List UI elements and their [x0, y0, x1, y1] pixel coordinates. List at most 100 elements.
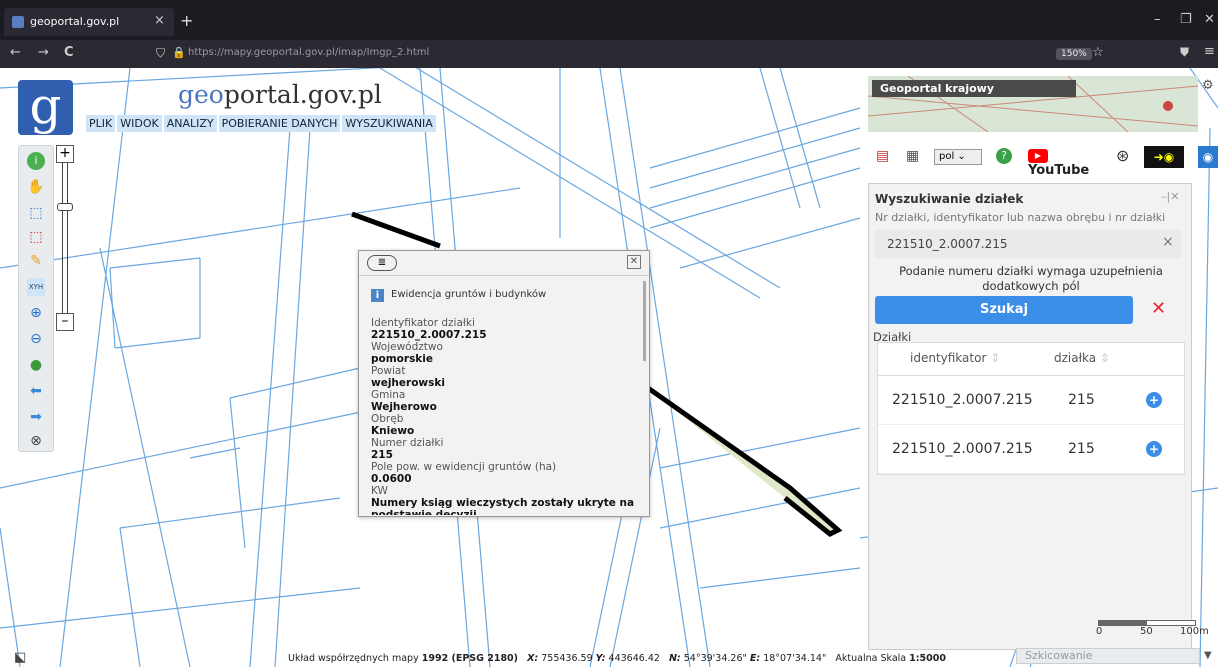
popup-close-icon[interactable]: ✕ — [627, 255, 641, 269]
browser-tab[interactable]: geoportal.gov.pl × — [4, 8, 174, 36]
full-extent-icon[interactable]: ⊗ — [27, 432, 45, 450]
xyh-icon[interactable]: XYH — [27, 278, 45, 296]
globe-icon[interactable]: ● — [27, 356, 45, 374]
fullscreen-icon[interactable]: ⬕ — [14, 650, 26, 665]
search-note: Podanie numeru działki wymaga uzupełnien… — [899, 264, 1163, 293]
zoom-in-rect-icon[interactable]: ⊕ — [27, 304, 45, 322]
info-icon[interactable]: i — [27, 152, 45, 170]
x-value: 755436.59 — [541, 653, 593, 664]
popup-scrollbar[interactable] — [643, 281, 646, 361]
field-value: 0.0600 — [371, 473, 412, 485]
field-label: Gmina — [371, 389, 406, 401]
sort-icon: ⇕ — [990, 351, 1001, 365]
col-dzialka[interactable]: działka ⇕ — [1054, 351, 1110, 365]
field-value: Numery ksiąg wieczystych zostały ukryte … — [371, 497, 635, 515]
row-dzialka: 215 — [1068, 441, 1095, 457]
cancel-button[interactable]: ✕ — [1151, 298, 1166, 319]
e-label: E: — [749, 653, 761, 664]
close-window-button[interactable]: ✕ — [1204, 12, 1215, 27]
menu-pobieranie-danych[interactable]: POBIERANIE DANYCH — [218, 115, 341, 132]
add-parcel-icon[interactable]: + — [1146, 392, 1162, 408]
scale-tick-0: 0 — [1096, 626, 1103, 637]
add-parcel-icon[interactable]: + — [1146, 441, 1162, 457]
parcel-search-panel: Wyszukiwanie działek –|✕ Nr działki, ide… — [868, 183, 1192, 650]
menu-analizy[interactable]: ANALIZY — [163, 115, 217, 132]
youtube-button[interactable]: ▶ YouTube — [1028, 147, 1106, 178]
col-identyfikator[interactable]: identyfikator ⇕ — [910, 351, 1000, 365]
clear-input-button[interactable]: × — [1162, 234, 1174, 250]
help-icon[interactable]: ? — [996, 148, 1012, 164]
reload-button[interactable]: C — [64, 45, 74, 60]
scale-tick-50: 50 — [1140, 626, 1153, 637]
shield-icon: ⛉ — [156, 46, 166, 60]
new-tab-button[interactable]: + — [180, 11, 193, 30]
field-value: Wejherowo — [371, 401, 437, 413]
clear-selection-icon[interactable]: ⬚ — [27, 228, 45, 246]
n-value: 54°39'34.26" — [683, 653, 747, 664]
field-label: Województwo — [371, 341, 443, 353]
next-view-icon[interactable]: ➡ — [27, 408, 45, 426]
accessibility-icon[interactable]: ⊛ — [1116, 146, 1129, 165]
field-label: Identyfikator działki — [371, 317, 475, 329]
legend-icon[interactable]: ▤ — [876, 148, 889, 164]
list-toggle-icon[interactable]: ≣ — [367, 255, 397, 271]
previous-view-icon[interactable]: ⬅ — [27, 382, 45, 400]
panel-window-controls[interactable]: –|✕ — [1161, 190, 1179, 203]
zoom-out-button[interactable]: – — [56, 313, 74, 331]
zoom-in-button[interactable]: + — [56, 145, 74, 163]
field-label: Pole pow. w ewidencji gruntów (ha) — [371, 461, 557, 473]
zoom-out-rect-icon[interactable]: ⊖ — [27, 330, 45, 348]
menu-wyszukiwania[interactable]: WYSZUKIWANIA — [342, 115, 436, 132]
y-label: Y: — [595, 653, 606, 664]
field-value: pomorskie — [371, 353, 434, 365]
expand-arrow-icon[interactable]: ▼ — [1204, 650, 1212, 661]
language-select[interactable]: pol ⌄ — [934, 149, 982, 165]
x-label: X: — [527, 653, 539, 664]
contrast-icon[interactable]: ➜◉ — [1144, 146, 1184, 168]
back-button[interactable]: ← — [10, 45, 21, 60]
scale-value: 1:5000 — [909, 653, 946, 664]
feature-info-popup: ≣ ✕ i Ewidencja gruntów i budynków Ident… — [358, 250, 650, 517]
field-value: 215 — [371, 449, 393, 461]
pan-hand-icon[interactable]: ✋ — [27, 178, 45, 196]
pocket-icon[interactable]: ⛊ — [1180, 45, 1189, 60]
zoom-badge[interactable]: 150% — [1056, 48, 1092, 60]
parcel-search-input[interactable] — [875, 230, 1181, 258]
geoportal-logo[interactable]: g — [18, 80, 73, 135]
n-label: N: — [668, 653, 681, 664]
brand-prefix: geo — [178, 80, 224, 109]
gears-icon[interactable]: ⚙ — [1202, 78, 1214, 93]
menu-widok[interactable]: WIDOK — [117, 115, 162, 132]
url-text: https://mapy.geoportal.gov.pl/imap/Imgp_… — [188, 47, 430, 58]
bookmark-star-icon[interactable]: ☆ — [1092, 45, 1104, 60]
print-icon[interactable]: ▦ — [906, 148, 919, 164]
zoom-track — [62, 163, 68, 313]
tools-row: ▤ ▦ pol ⌄ ? ▶ YouTube ⊛ ➜◉ ◉ — [868, 144, 1218, 178]
youtube-label: YouTube — [1028, 163, 1090, 178]
field-value: 221510_2.0007.215 — [371, 329, 487, 341]
minimize-button[interactable]: – — [1154, 12, 1161, 27]
y-value: 443646.42 — [608, 653, 660, 664]
favicon-icon — [12, 16, 24, 28]
url-bar[interactable]: ⛉ 🔒 https://mapy.geoportal.gov.pl/imap/I… — [150, 43, 1104, 65]
popup-header: ≣ ✕ — [359, 251, 649, 276]
sketch-panel[interactable]: Szkicowanie — [1016, 648, 1200, 664]
tab-close-button[interactable]: × — [154, 13, 165, 28]
select-rect-icon[interactable]: ⬚ — [27, 204, 45, 222]
brand-rest: portal.gov.pl — [223, 80, 382, 109]
menu-icon[interactable]: ≡ — [1204, 44, 1215, 59]
table-row[interactable]: 221510_2.0007.215 215 + — [878, 425, 1184, 474]
col-identyfikator-label: identyfikator — [910, 351, 987, 365]
table-header: identyfikator ⇕ działka ⇕ — [878, 343, 1184, 376]
status-bar: Układ współrzędnych mapy 1992 (EPSG 2180… — [288, 653, 946, 664]
eye-icon[interactable]: ◉ — [1198, 146, 1218, 168]
zoom-slider[interactable]: + – — [56, 145, 76, 335]
pencil-icon[interactable]: ✎ — [27, 252, 45, 270]
menu-plik[interactable]: PLIK — [86, 115, 116, 132]
row-identyfikator: 221510_2.0007.215 — [892, 392, 1033, 408]
table-row[interactable]: 221510_2.0007.215 215 + — [878, 376, 1184, 425]
zoom-handle[interactable] — [57, 203, 73, 211]
restore-button[interactable]: ❐ — [1180, 12, 1192, 27]
forward-button[interactable]: → — [38, 45, 49, 60]
search-button[interactable]: Szukaj — [875, 296, 1133, 324]
